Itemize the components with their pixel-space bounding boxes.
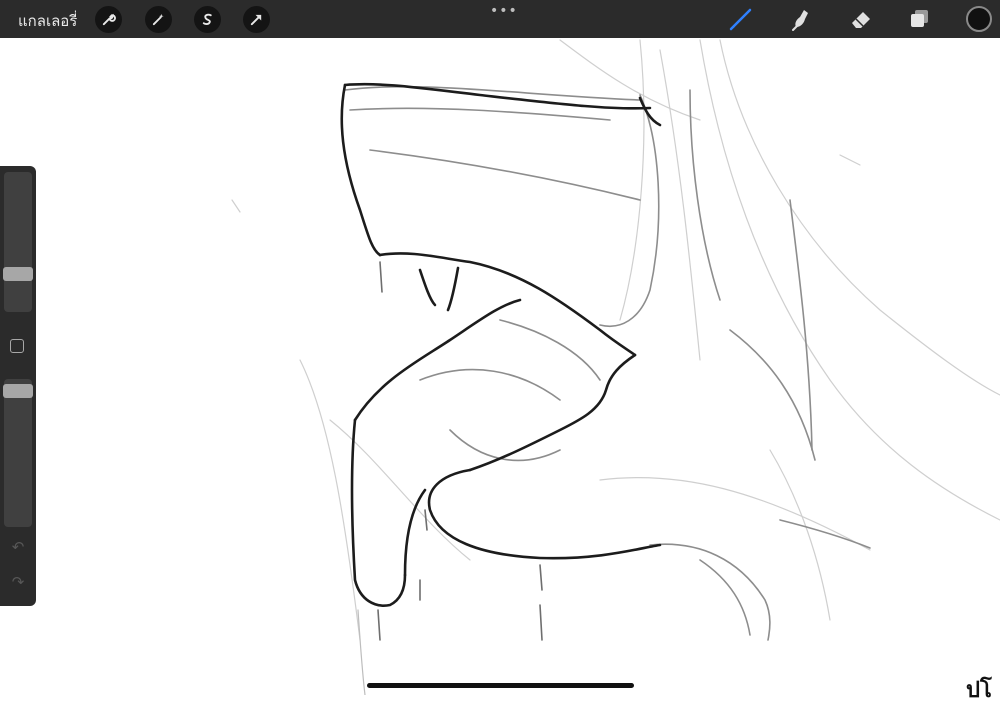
eraser-icon [852, 12, 870, 28]
actions-button[interactable] [95, 6, 122, 33]
eraser-tool-button[interactable] [848, 6, 874, 32]
transform-arrow-icon [250, 14, 262, 26]
smudge-tool-button[interactable] [788, 6, 814, 32]
transform-button[interactable] [243, 6, 270, 33]
brush-icon [729, 8, 752, 31]
home-indicator[interactable] [367, 683, 634, 688]
smudge-icon [792, 10, 808, 31]
layers-button[interactable] [907, 6, 933, 32]
brush-tool-button[interactable] [728, 6, 754, 32]
selection-button[interactable] [194, 6, 221, 33]
magic-wand-icon [152, 13, 164, 26]
canvas-edge-text: ปโ [966, 678, 992, 703]
gallery-button[interactable]: แกลเลอรี่ [18, 9, 77, 33]
top-toolbar: แกลเลอรี่ ••• [0, 0, 1000, 38]
adjustments-button[interactable] [145, 6, 172, 33]
drawing-canvas[interactable] [0, 38, 1000, 695]
wrench-icon [102, 13, 116, 26]
layers-icon [911, 10, 928, 27]
more-options-icon[interactable]: ••• [490, 3, 518, 19]
selection-s-icon [202, 13, 212, 26]
color-picker-button[interactable] [966, 6, 992, 32]
